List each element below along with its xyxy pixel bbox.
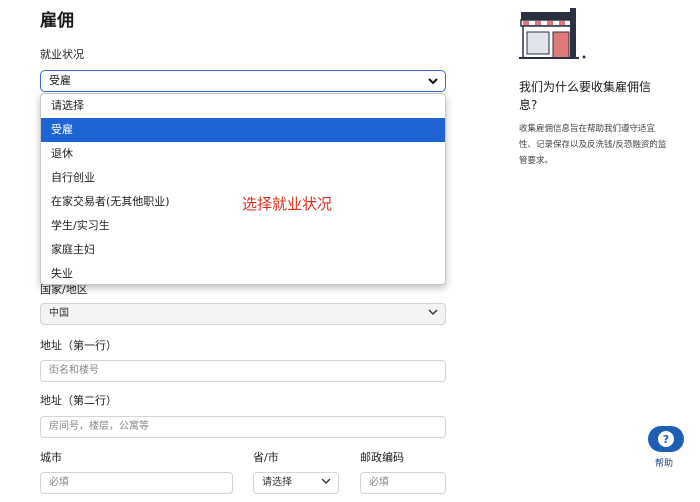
address1-input[interactable]: 街名和楼号 [40, 360, 446, 382]
help-label[interactable]: 帮助 [655, 456, 673, 469]
dropdown-option[interactable]: 学生/实习生 [41, 214, 445, 238]
dropdown-option[interactable]: 失业 [41, 262, 445, 284]
dropdown-option-selected[interactable]: 受雇 [41, 118, 445, 142]
country-value: 中国 [49, 308, 69, 319]
employment-label: 就业状况 [40, 48, 84, 61]
dropdown-option[interactable]: 退休 [41, 142, 445, 166]
chevron-down-icon [321, 473, 331, 493]
sidebar-text: 收集雇佣信息旨在帮助我们遵守适宜性、记录保存以及反洗钱/反恐融资的监管要求。 [519, 124, 667, 166]
postal-placeholder: 必填 [369, 477, 389, 488]
help-button[interactable]: ? [648, 426, 684, 454]
province-value: 请选择 [262, 477, 292, 488]
employment-select-value: 受雇 [49, 74, 71, 87]
annotation-text: 选择就业状况 [242, 195, 333, 213]
employment-select[interactable]: 受雇 [40, 70, 446, 92]
city-placeholder: 必填 [49, 477, 69, 488]
help-icon: ? [648, 426, 684, 452]
dropdown-option[interactable]: 请选择 [41, 94, 445, 118]
postal-input[interactable]: 必填 [360, 472, 446, 494]
address1-label: 地址（第一行） [40, 339, 117, 352]
address1-placeholder: 街名和楼号 [49, 365, 99, 376]
country-select[interactable]: 中国 [40, 303, 446, 325]
chevron-down-icon [428, 304, 438, 324]
address2-input[interactable]: 房间号，楼层，公寓等 [40, 416, 446, 438]
dropdown-option[interactable]: 自行创业 [41, 166, 445, 190]
province-label: 省/市 [253, 451, 279, 464]
svg-text:?: ? [663, 433, 669, 446]
sidebar-title: 我们为什么要收集雇佣信息? [519, 80, 652, 112]
address2-label: 地址（第二行） [40, 394, 117, 407]
chevron-down-icon [427, 72, 439, 90]
city-input[interactable]: 必填 [40, 472, 233, 494]
city-label: 城市 [40, 451, 62, 464]
dropdown-option[interactable]: 家庭主妇 [41, 238, 445, 262]
page-title: 雇佣 [40, 11, 74, 31]
province-select[interactable]: 请选择 [253, 472, 339, 494]
address2-placeholder: 房间号，楼层，公寓等 [49, 421, 149, 432]
employment-dropdown: 请选择 受雇 退休 自行创业 在家交易者(无其他职业) 学生/实习生 家庭主妇 … [40, 93, 446, 285]
postal-label: 邮政编码 [360, 451, 404, 464]
storefront-icon [517, 6, 589, 62]
